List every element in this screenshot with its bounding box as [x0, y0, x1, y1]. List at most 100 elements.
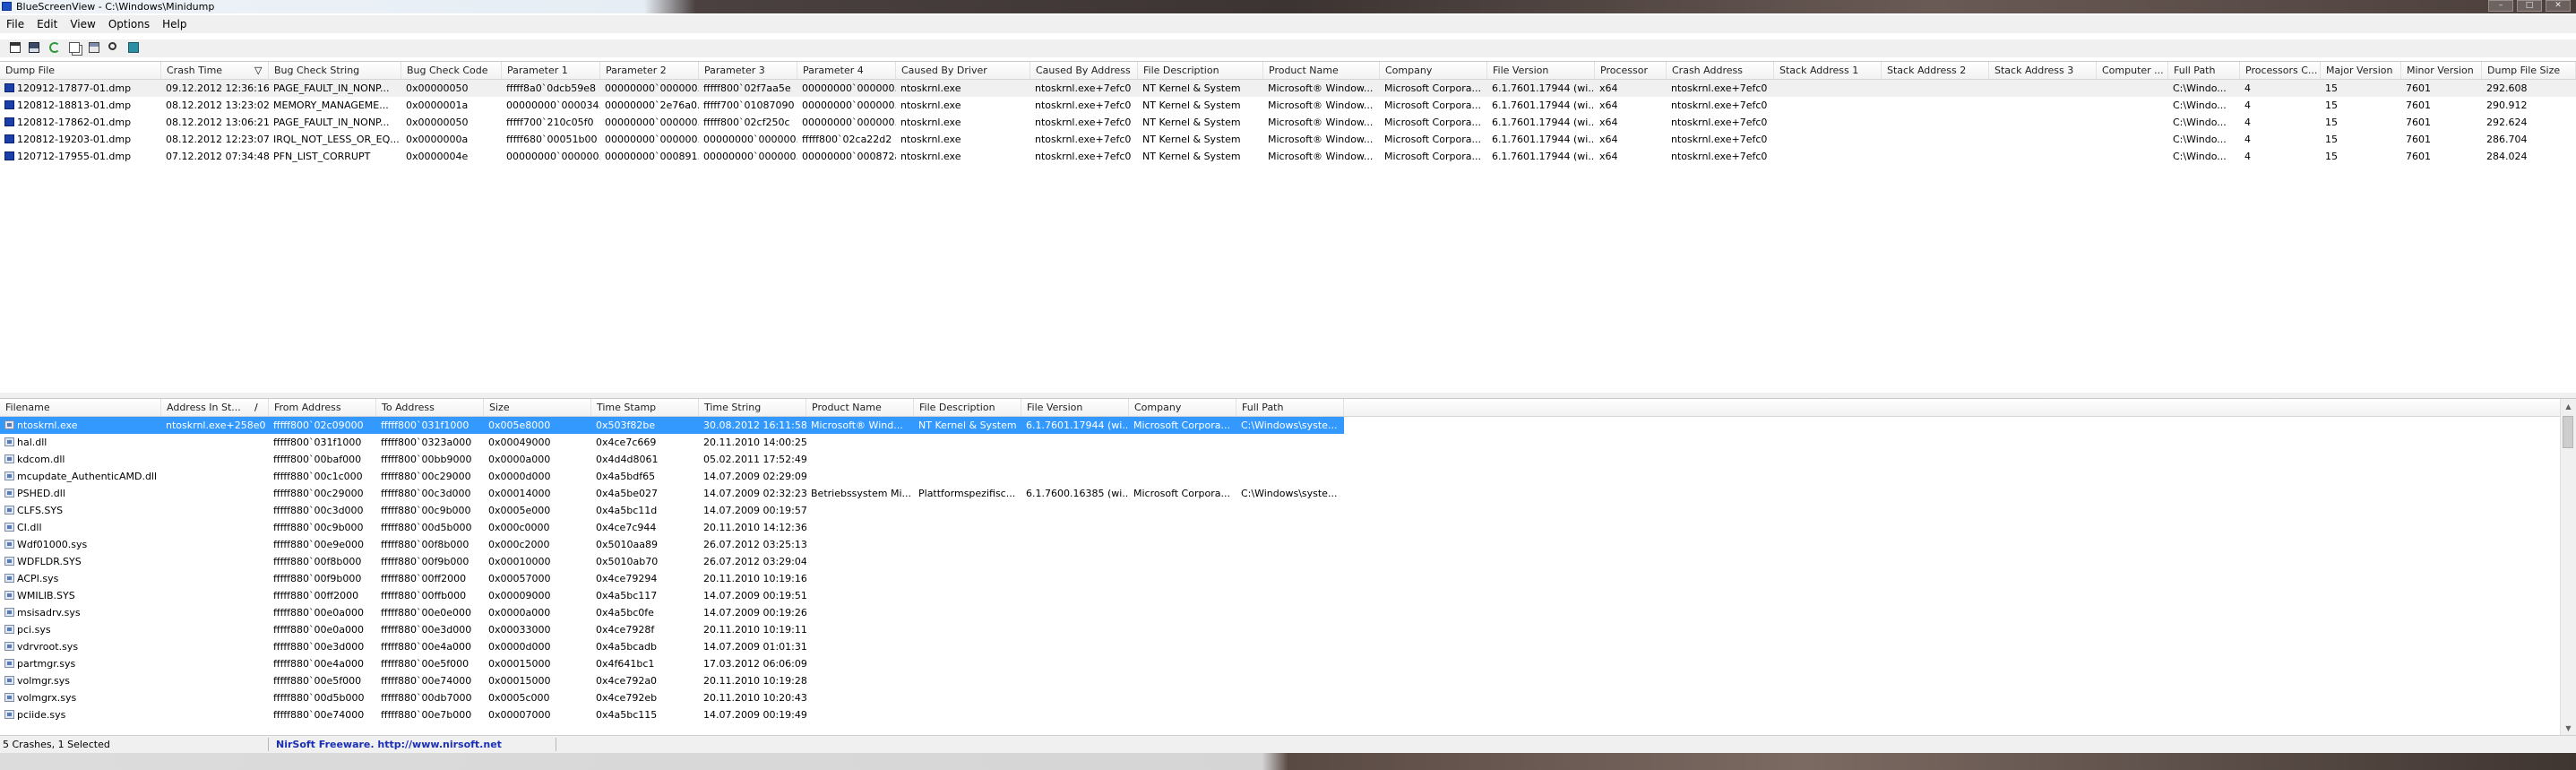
driver-cell: 0x5010aa89 [591, 536, 699, 553]
driver-col-header[interactable]: Time Stamp [591, 399, 699, 416]
driver-row[interactable]: mcupdate_AuthenticAMD.dll fffff880`00c1c0… [0, 468, 2576, 485]
driver-row[interactable]: Wdf01000.sys fffff880`00e9e000 fffff880`00… [0, 536, 2576, 553]
driver-row[interactable]: ACPI.sys fffff880`00f9b000 fffff880`00ff20… [0, 570, 2576, 587]
crash-col-header[interactable]: Stack Address 3 [1989, 62, 2097, 79]
driver-row[interactable]: vdrvroot.sys fffff880`00e3d000 fffff880`00… [0, 638, 2576, 655]
crash-col-header[interactable]: Bug Check String [269, 62, 401, 79]
driver-row[interactable]: PSHED.dll fffff880`00c29000 fffff880`00c3d… [0, 485, 2576, 502]
driver-cell-text: 14.07.2009 00:19:26 [703, 607, 806, 619]
menu-help[interactable]: Help [156, 15, 193, 33]
crash-list[interactable]: Dump File Crash Time ▽ Bug Check String Bug … [0, 61, 2576, 394]
crash-col-header[interactable]: Stack Address 1 [1774, 62, 1882, 79]
crash-col-header[interactable]: Caused By Address [1030, 62, 1138, 79]
driver-col-header[interactable]: Size [484, 399, 591, 416]
properties-button[interactable] [8, 40, 22, 55]
crash-row[interactable]: 120812-19203-01.dmp 08.12.2012 12:23:07 IR… [0, 131, 2576, 148]
crash-col-header[interactable]: Parameter 4 [797, 62, 896, 79]
crash-col-header[interactable]: Processors C... [2240, 62, 2321, 79]
driver-col-header[interactable]: Product Name [806, 399, 914, 416]
crash-col-header[interactable]: Major Version [2321, 62, 2401, 79]
driver-row[interactable]: msisadrv.sys fffff880`00e0a000 fffff880`00… [0, 604, 2576, 621]
driver-cell-text: ACPI.sys [17, 573, 59, 584]
save-button[interactable] [27, 40, 41, 55]
maximize-button[interactable]: □ [2517, 0, 2542, 12]
nirsoft-link[interactable]: NirSoft Freeware. http://www.nirsoft.net [276, 739, 502, 750]
driver-cell: 0x00007000 [484, 706, 591, 723]
driver-col-header[interactable]: File Version [1021, 399, 1129, 416]
driver-row[interactable]: CI.dll fffff880`00c9b000 fffff880`00d5b000… [0, 519, 2576, 536]
crash-row[interactable]: 120812-18813-01.dmp 08.12.2012 13:23:02 ME… [0, 97, 2576, 114]
crash-col-header[interactable]: Processor [1595, 62, 1667, 79]
close-button[interactable]: ✕ [2546, 0, 2571, 12]
driver-row[interactable]: kdcom.dll fffff800`00baf000 fffff800`00bb9… [0, 451, 2576, 468]
exit-button[interactable] [126, 40, 141, 55]
driver-row[interactable]: WDFLDR.SYS fffff880`00f8b000 fffff880`00f9… [0, 553, 2576, 570]
driver-cell [806, 655, 914, 672]
menu-options[interactable]: Options [102, 15, 156, 33]
html-report-button[interactable] [87, 40, 101, 55]
menu-file[interactable]: File [0, 15, 30, 33]
driver-cell: 30.08.2012 16:11:58 [699, 417, 806, 434]
driver-cell: 0x00009000 [484, 587, 591, 604]
driver-row[interactable]: partmgr.sys fffff880`00e4a000 fffff880`00e… [0, 655, 2576, 672]
driver-cell-text: pciide.sys [17, 709, 66, 721]
driver-col-header[interactable]: File Description [914, 399, 1021, 416]
minimize-button[interactable]: – [2488, 0, 2513, 12]
driver-row[interactable]: pci.sys fffff880`00e0a000 fffff880`00e3d00… [0, 621, 2576, 638]
crash-cell-text: 00000000`2e76a0... [605, 99, 699, 111]
menu-edit[interactable]: Edit [30, 15, 64, 33]
crash-col-header[interactable]: Company [1380, 62, 1487, 79]
driver-row[interactable]: pciide.sys fffff880`00e74000 fffff880`00e7… [0, 706, 2576, 723]
crash-col-header[interactable]: Full Path [2168, 62, 2240, 79]
driver-col-header[interactable]: Company [1129, 399, 1236, 416]
crash-row[interactable]: 120912-17877-01.dmp 09.12.2012 12:36:16 PA… [0, 80, 2576, 97]
crash-col-header[interactable]: Dump File [0, 62, 161, 79]
crash-cell-text: Microsoft Corpora... [1384, 134, 1481, 145]
crash-col-header[interactable]: Minor Version [2401, 62, 2482, 79]
driver-col-header[interactable]: To Address [376, 399, 484, 416]
crash-col-header[interactable]: Stack Address 2 [1882, 62, 1989, 79]
driver-col-header[interactable]: Full Path [1236, 399, 1344, 416]
driver-row[interactable]: hal.dll fffff800`031f1000 fffff800`0323a00… [0, 434, 2576, 451]
crash-col-header[interactable]: Dump File Size [2482, 62, 2576, 79]
driver-col-header[interactable]: Address In St... [161, 399, 269, 416]
crash-col-header[interactable]: Product Name [1263, 62, 1380, 79]
crash-cell-text: 08.12.2012 13:06:21 [166, 117, 269, 128]
driver-row[interactable]: WMILIB.SYS fffff880`00ff2000 fffff880`00ff… [0, 587, 2576, 604]
crash-row[interactable]: 120812-17862-01.dmp 08.12.2012 13:06:21 PA… [0, 114, 2576, 131]
crash-col-header[interactable]: Bug Check Code [401, 62, 502, 79]
crash-cell-text: Microsoft Corpora... [1384, 117, 1481, 128]
dump-file-icon [4, 83, 14, 92]
crash-col-header[interactable]: Parameter 1 [502, 62, 600, 79]
crash-cell: 00000000`000000... [600, 80, 699, 97]
driver-col-header[interactable]: Time String [699, 399, 806, 416]
crash-col-header[interactable]: Caused By Driver [896, 62, 1030, 79]
refresh-button[interactable] [47, 40, 62, 55]
scroll-down-arrow[interactable]: ▼ [2561, 721, 2576, 736]
crash-col-header[interactable]: File Version [1487, 62, 1595, 79]
driver-list-scrollbar[interactable]: ▲ ▼ [2560, 399, 2576, 736]
driver-col-header[interactable]: From Address [269, 399, 376, 416]
crash-col-header[interactable]: Crash Time [161, 62, 269, 79]
crash-cell: 08.12.2012 13:06:21 [161, 114, 269, 131]
driver-row[interactable]: ntoskrnl.exe ntoskrnl.exe+258e0 fffff800`0… [0, 417, 2576, 434]
driver-row[interactable]: CLFS.SYS fffff880`00c3d000 fffff880`00c9b0… [0, 502, 2576, 519]
crash-col-header[interactable]: Computer ... [2097, 62, 2168, 79]
driver-list[interactable]: Filename Address In St... / From Address To … [0, 398, 2576, 736]
crash-col-header[interactable]: File Description [1138, 62, 1263, 79]
copy-button[interactable] [67, 40, 82, 55]
menu-view[interactable]: View [64, 15, 101, 33]
find-button[interactable] [107, 40, 121, 55]
crash-cell-text: 6.1.7601.17944 (wi... [1492, 82, 1595, 94]
driver-row[interactable]: volmgrx.sys fffff880`00d5b000 fffff880`00d… [0, 689, 2576, 706]
crash-row[interactable]: 120712-17955-01.dmp 07.12.2012 07:34:48 PF… [0, 148, 2576, 165]
driver-cell: 0x4d4d8061 [591, 451, 699, 468]
crash-col-header[interactable]: Crash Address [1667, 62, 1774, 79]
scroll-thumb[interactable] [2563, 416, 2573, 448]
scroll-up-arrow[interactable]: ▲ [2561, 399, 2576, 414]
crash-cell-text: 7601 [2406, 117, 2431, 128]
crash-col-header[interactable]: Parameter 2 [600, 62, 699, 79]
driver-col-header[interactable]: Filename [0, 399, 161, 416]
driver-row[interactable]: volmgr.sys fffff880`00e5f000 fffff880`00e7… [0, 672, 2576, 689]
crash-col-header[interactable]: Parameter 3 [699, 62, 797, 79]
